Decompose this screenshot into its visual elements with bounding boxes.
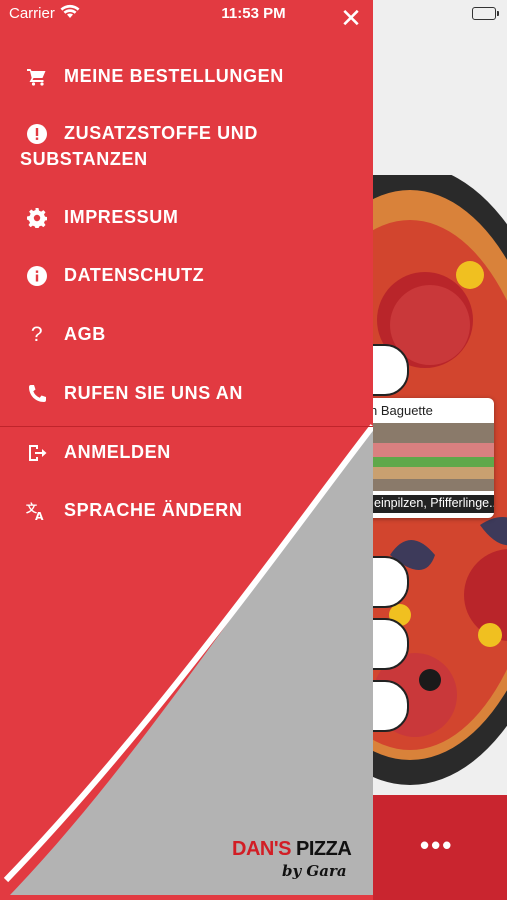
menu-item-imprint[interactable]: IMPRESSUM <box>20 204 360 230</box>
menu-item-privacy[interactable]: DATENSCHUTZ <box>20 262 360 288</box>
info-icon <box>26 265 48 287</box>
menu-item-label: ANMELDEN <box>64 442 171 462</box>
product-card-subtitle: einpilzen, Pfifferlinge... <box>370 495 494 513</box>
menu-item-label: DATENSCHUTZ <box>64 265 205 285</box>
question-icon: ? <box>30 323 44 346</box>
menu-item-label-line2: SUBSTANZEN <box>20 149 148 169</box>
brand-logo: DAN'S PIZZA by Gara <box>232 838 352 880</box>
menu-divider <box>0 426 373 427</box>
menu-item-label: IMPRESSUM <box>64 207 179 227</box>
menu-item-call-us[interactable]: RUFEN SIE UNS AN <box>20 380 360 406</box>
alert-icon <box>26 123 48 145</box>
sandwich-image <box>370 423 494 491</box>
menu-item-label: ZUSATZSTOFFE UND <box>64 123 258 143</box>
menu-item-my-orders[interactable]: MEINE BESTELLUNGEN <box>20 63 360 89</box>
more-icon[interactable]: ••• <box>420 830 453 861</box>
close-icon[interactable]: ✕ <box>340 5 362 31</box>
menu-item-label: AGB <box>64 324 106 344</box>
menu-item-label: SPRACHE ÄNDERN <box>64 500 243 520</box>
svg-text:A: A <box>35 510 44 521</box>
side-drawer: MEINE BESTELLUNGEN ZUSATZSTOFFE UND SUBS… <box>0 0 373 900</box>
menu-item-label: RUFEN SIE UNS AN <box>64 383 243 403</box>
translate-icon: 文A <box>26 500 48 522</box>
battery-icon <box>472 7 499 20</box>
menu-item-additives[interactable]: ZUSATZSTOFFE UND <box>20 120 360 146</box>
phone-icon <box>26 383 48 405</box>
gear-icon <box>26 207 48 229</box>
menu-item-change-language[interactable]: 文A SPRACHE ÄNDERN <box>20 497 360 523</box>
product-card[interactable]: n Baguette einpilzen, Pfifferlinge... <box>362 398 494 518</box>
menu-item-terms[interactable]: ? AGB <box>20 321 360 347</box>
clock: 11:53 PM <box>221 5 286 22</box>
menu-item-additives-line2[interactable]: SUBSTANZEN <box>20 146 360 172</box>
login-icon <box>26 442 48 464</box>
menu-item-label: MEINE BESTELLUNGEN <box>64 66 284 86</box>
cart-icon <box>26 66 48 88</box>
menu-item-login[interactable]: ANMELDEN <box>20 439 360 465</box>
status-bar: Carrier 11:53 PM <box>0 0 507 28</box>
product-card-title: n Baguette <box>370 403 433 418</box>
